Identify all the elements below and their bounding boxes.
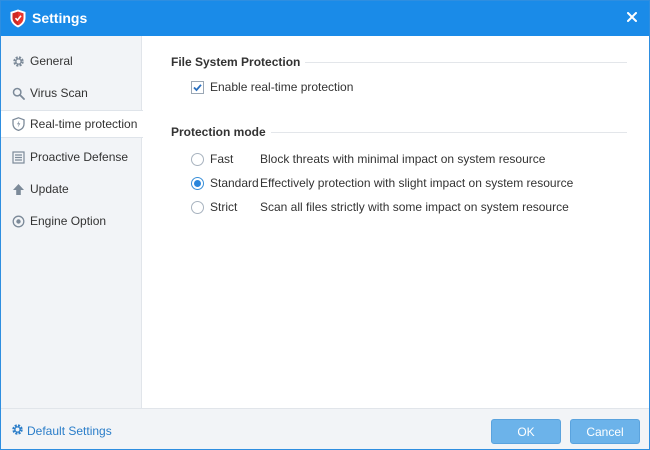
radio-description: Block threats with minimal impact on sys… [260, 152, 546, 166]
radio-button [191, 152, 204, 166]
sidebar-item-label: Real-time protection [30, 117, 138, 131]
shield-logo-icon [10, 9, 26, 28]
radio-description: Effectively protection with slight impac… [260, 176, 574, 190]
upload-icon [11, 182, 25, 196]
radio-strict[interactable]: Strict [191, 199, 237, 215]
radio-label: Fast [210, 152, 234, 166]
radio-label: Standard [210, 176, 259, 190]
sidebar-item-label: Engine Option [30, 214, 107, 228]
enable-real-time-protection-checkbox[interactable]: Enable real-time protection [191, 79, 353, 95]
default-settings-label: Default Settings [27, 424, 112, 438]
ok-button[interactable]: OK [491, 419, 561, 444]
sidebar-item-real-time-protection[interactable]: Real-time protection [1, 110, 143, 138]
close-icon [627, 11, 637, 25]
gear-icon [11, 423, 24, 439]
radio-label: Strict [210, 200, 238, 214]
checkbox-label: Enable real-time protection [210, 80, 354, 94]
cancel-button[interactable]: Cancel [570, 419, 640, 444]
sidebar-item-label: Virus Scan [30, 86, 88, 100]
radio-button-selected [191, 176, 204, 190]
sidebar-item-general[interactable]: General [1, 47, 142, 75]
sidebar: General Virus Scan Real-time protection [1, 36, 143, 408]
default-settings-link[interactable]: Default Settings [11, 423, 112, 439]
search-icon [11, 86, 25, 100]
sidebar-item-virus-scan[interactable]: Virus Scan [1, 79, 142, 107]
shield-icon [11, 117, 25, 131]
radio-button [191, 200, 204, 214]
section-title-protection-mode: Protection mode [171, 125, 266, 139]
footer-bar: Default Settings OK Cancel [1, 408, 649, 449]
sidebar-item-label: General [30, 54, 73, 68]
check-icon [193, 83, 202, 91]
title-bar: Settings [1, 1, 649, 36]
radio-standard[interactable]: Standard [191, 175, 259, 191]
sidebar-item-proactive-defense[interactable]: Proactive Defense [1, 143, 142, 171]
section-divider [305, 62, 627, 63]
checkbox-box [191, 80, 204, 94]
sidebar-item-engine-option[interactable]: Engine Option [1, 207, 142, 235]
section-divider [271, 132, 627, 133]
radio-description: Scan all files strictly with some impact… [260, 200, 569, 214]
settings-content: File System Protection Enable real-time … [143, 36, 649, 408]
close-button[interactable] [621, 7, 643, 29]
gear-icon [11, 54, 25, 68]
sidebar-item-label: Proactive Defense [30, 150, 129, 164]
sidebar-item-update[interactable]: Update [1, 175, 142, 203]
defense-icon [11, 150, 25, 164]
section-title-file-system: File System Protection [171, 55, 301, 69]
radio-fast[interactable]: Fast [191, 151, 233, 167]
engine-icon [11, 214, 25, 228]
sidebar-item-label: Update [30, 182, 69, 196]
window-title: Settings [32, 10, 88, 26]
settings-window: Settings General Virus Scan Real-time pr… [0, 0, 650, 450]
